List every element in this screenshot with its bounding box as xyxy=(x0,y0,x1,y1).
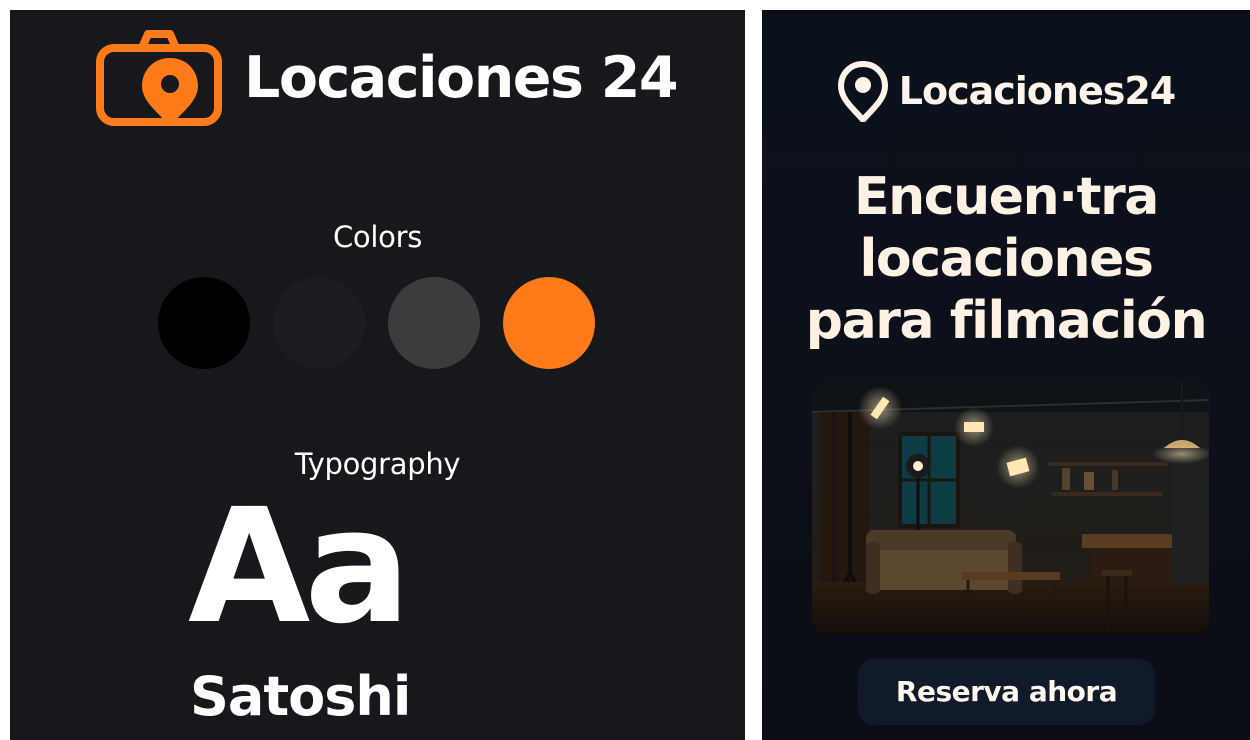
color-swatch-gray xyxy=(388,277,480,369)
promo-panel: Locaciones24 Encuen·tra locaciones para … xyxy=(762,10,1250,740)
camera-pin-icon xyxy=(96,30,222,126)
type-specimen: Aa xyxy=(188,475,411,659)
color-swatches xyxy=(158,277,595,369)
color-swatch-orange xyxy=(503,277,595,369)
promo-logo-text: Locaciones24 xyxy=(898,69,1176,113)
book-now-button[interactable]: Reserva ahora xyxy=(858,659,1155,725)
promo-headline: Encuen·tra locaciones para filmación xyxy=(762,166,1250,352)
colors-section-title: Colors xyxy=(332,220,423,254)
film-set-room-image xyxy=(812,382,1209,635)
brand-board-panel: Locaciones 24 Colors Typography Aa Satos… xyxy=(10,10,745,740)
brand-logo-text: Locaciones 24 xyxy=(244,45,679,111)
color-swatch-black xyxy=(158,277,250,369)
map-pin-icon xyxy=(837,61,888,122)
promo-logo: Locaciones24 xyxy=(762,60,1250,122)
brand-logo: Locaciones 24 xyxy=(96,28,679,128)
headline-line: para filmación xyxy=(805,291,1208,351)
font-name-label: Satoshi xyxy=(190,665,411,728)
headline-line: locaciones xyxy=(859,229,1153,289)
headline-line: Encuen·tra xyxy=(853,167,1159,227)
color-swatch-dark-gray xyxy=(273,277,365,369)
